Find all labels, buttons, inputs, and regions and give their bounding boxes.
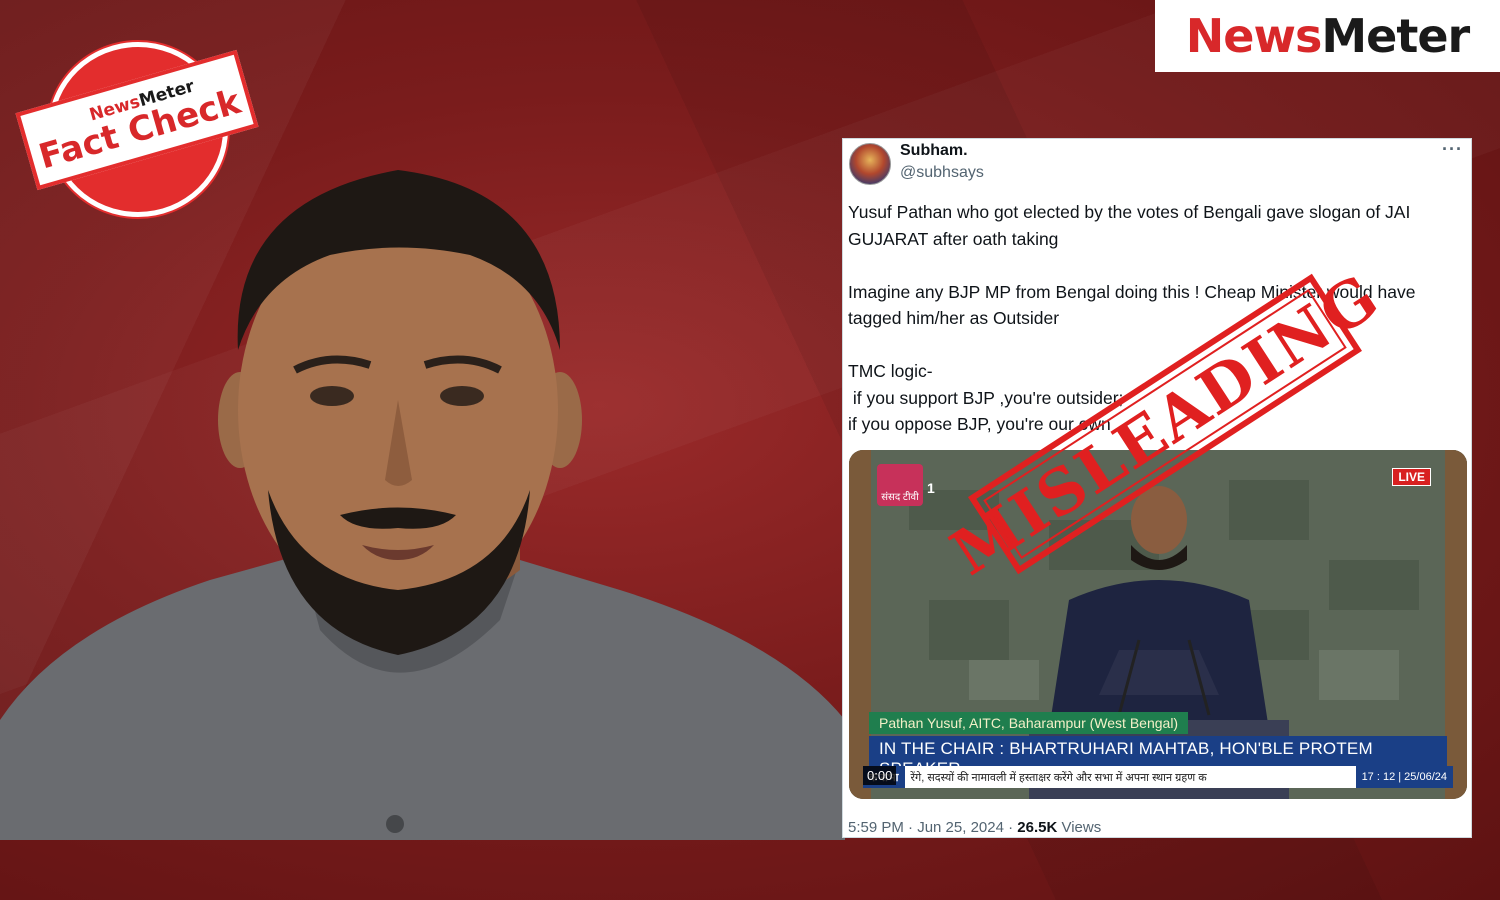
author-name[interactable]: Subham. bbox=[900, 142, 968, 160]
views-label: Views bbox=[1057, 819, 1102, 836]
tweet-meta: 5:59 PM · Jun 25, 2024 · 26.5K Views bbox=[848, 819, 1101, 836]
video-timestamp: 0:00 bbox=[863, 766, 897, 785]
person-photo bbox=[0, 160, 845, 840]
channel-number: 1 bbox=[927, 480, 935, 496]
tweet-card[interactable]: Subham. @subhsays ··· Yusuf Pathan who g… bbox=[842, 138, 1472, 838]
live-badge: LIVE bbox=[1392, 468, 1431, 486]
logo-news-text: News bbox=[1185, 9, 1323, 63]
more-dots-icon[interactable]: ··· bbox=[1442, 139, 1463, 160]
newsmeter-logo: NewsMeter bbox=[1155, 0, 1500, 72]
name-strap: Pathan Yusuf, AITC, Baharampur (West Ben… bbox=[869, 712, 1189, 734]
tweet-line: Yusuf Pathan who got elected by the vote… bbox=[848, 202, 1411, 249]
tweet-time[interactable]: 5:59 PM · Jun 25, 2024 · bbox=[848, 819, 1017, 836]
channel-logo: संसद टीवी bbox=[877, 464, 923, 506]
logo-meter-text: Meter bbox=[1321, 9, 1470, 63]
ticker-time: 17 : 12 | 25/06/24 bbox=[1355, 766, 1453, 788]
news-ticker: क सभा रेंगे, सदस्यों की नामावली में हस्त… bbox=[863, 766, 1453, 788]
author-handle[interactable]: @subhsays bbox=[900, 164, 984, 182]
author-avatar[interactable] bbox=[849, 143, 891, 185]
views-count: 26.5K bbox=[1017, 819, 1058, 836]
ticker-text: रेंगे, सदस्यों की नामावली में हस्ताक्षर … bbox=[910, 771, 1207, 784]
video-player[interactable]: संसद टीवी 1 LIVE Pathan Yusuf, AITC, Bah… bbox=[849, 450, 1467, 799]
